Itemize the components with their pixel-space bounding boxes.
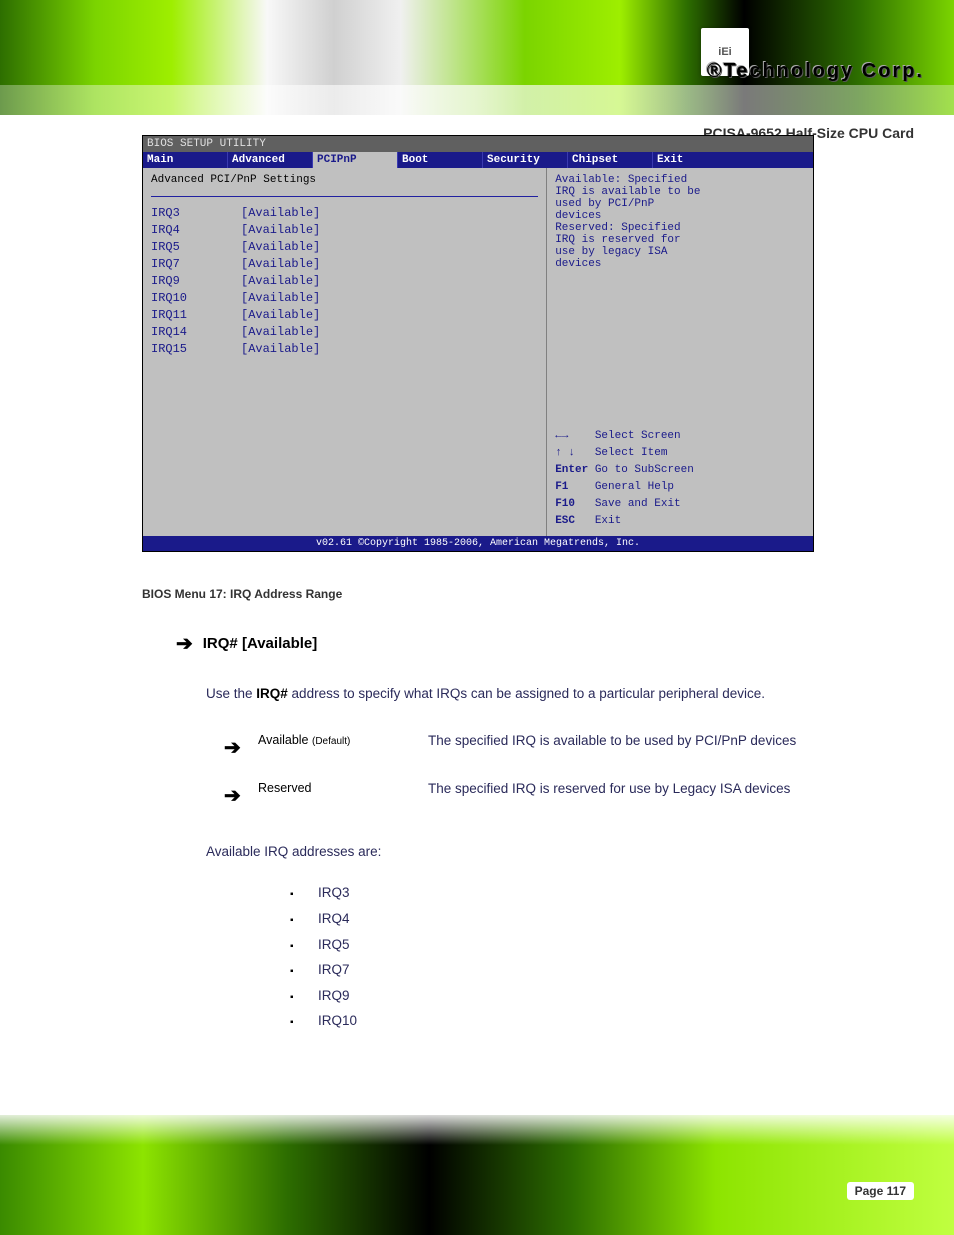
bios-window-title: BIOS SETUP UTILITY xyxy=(143,136,813,152)
bios-irq-row[interactable]: IRQ5Available xyxy=(151,239,538,256)
bios-irq-value: Available xyxy=(241,222,320,239)
bios-irq-value: Available xyxy=(241,324,320,341)
irq-address-list: IRQ3IRQ4IRQ5IRQ7IRQ9IRQ10 xyxy=(290,880,816,1034)
help-line: Available: Specified xyxy=(555,174,805,186)
list-item: IRQ4 xyxy=(290,906,816,932)
bios-irq-value: Available xyxy=(241,205,320,222)
bios-tab-security[interactable]: Security xyxy=(483,152,568,168)
bios-irq-row[interactable]: IRQ10Available xyxy=(151,290,538,307)
option-name: Available xyxy=(258,733,309,747)
bios-key-legend: ←→ Select Screen ↑ ↓ Select Item Enter G… xyxy=(555,428,805,530)
bios-footer: v02.61 ©Copyright 1985-2006, American Me… xyxy=(143,536,813,551)
bios-irq-row[interactable]: IRQ11Available xyxy=(151,307,538,324)
available-intro: Available IRQ addresses are: xyxy=(206,839,816,865)
key-desc: Go to SubScreen xyxy=(595,464,694,476)
text: Use the xyxy=(206,686,256,701)
doc-content: ➔ IRQ# [Available] Use the IRQ# address t… xyxy=(176,625,816,1034)
bios-subtitle: Advanced PCI/PnP Settings xyxy=(151,174,538,186)
option-row-reserved: ➔ Reserved The specified IRQ is reserved… xyxy=(224,777,816,815)
bios-tab-pcipnp[interactable]: PCIPnP xyxy=(313,152,398,168)
bios-irq-label: IRQ11 xyxy=(151,307,241,324)
heading-text: IRQ# [Available] xyxy=(203,635,317,652)
key-desc: Select Screen xyxy=(595,430,681,442)
arrow-right-icon: ➔ xyxy=(224,729,258,767)
bios-divider xyxy=(151,196,538,197)
bios-tab-advanced[interactable]: Advanced xyxy=(228,152,313,168)
brand-logo-text: iEi xyxy=(718,46,731,58)
bios-irq-label: IRQ14 xyxy=(151,324,241,341)
bios-help-pane: Available: Specified IRQ is available to… xyxy=(547,168,813,536)
section-heading: ➔ IRQ# [Available] xyxy=(176,625,816,663)
key-label: Enter xyxy=(555,464,588,476)
bios-irq-label: IRQ7 xyxy=(151,256,241,273)
bios-irq-value: Available xyxy=(241,341,320,358)
option-label: Reserved xyxy=(258,777,428,801)
bios-tab-exit[interactable]: Exit xyxy=(653,152,813,168)
top-banner: iEi ®Technology Corp. xyxy=(0,0,954,115)
arrow-right-icon: ➔ xyxy=(176,625,193,663)
text: address to specify what IRQs can be assi… xyxy=(288,686,765,701)
help-line: use by legacy ISA xyxy=(555,246,805,258)
bios-irq-row[interactable]: IRQ7Available xyxy=(151,256,538,273)
bios-tab-main[interactable]: Main xyxy=(143,152,228,168)
help-line: devices xyxy=(555,258,805,270)
arrow-up-down-icon: ↑ ↓ xyxy=(555,447,575,459)
bios-irq-value: Available xyxy=(241,290,320,307)
bios-irq-label: IRQ15 xyxy=(151,341,241,358)
bios-body: Advanced PCI/PnP Settings IRQ3AvailableI… xyxy=(143,168,813,536)
list-item: IRQ10 xyxy=(290,1008,816,1034)
arrow-left-right-icon: ←→ xyxy=(555,430,568,442)
bios-irq-value: Available xyxy=(241,239,320,256)
help-line: IRQ is reserved for xyxy=(555,234,805,246)
list-item: IRQ3 xyxy=(290,880,816,906)
option-default-tag: (Default) xyxy=(312,736,350,747)
bios-left-pane: Advanced PCI/PnP Settings IRQ3AvailableI… xyxy=(143,168,547,536)
key-label: F10 xyxy=(555,498,575,510)
bios-irq-row[interactable]: IRQ14Available xyxy=(151,324,538,341)
banner-highlight xyxy=(0,85,954,115)
help-line: used by PCI/PnP xyxy=(555,198,805,210)
paragraph: Use the IRQ# address to specify what IRQ… xyxy=(206,681,816,707)
help-line: Reserved: Specified xyxy=(555,222,805,234)
bios-irq-label: IRQ5 xyxy=(151,239,241,256)
figure-caption: BIOS Menu 17: IRQ Address Range xyxy=(142,587,342,601)
page-number: Page 117 xyxy=(847,1182,914,1200)
bios-tab-boot[interactable]: Boot xyxy=(398,152,483,168)
option-label: Available (Default) xyxy=(258,729,428,753)
bios-irq-value: Available xyxy=(241,256,320,273)
key-desc: Save and Exit xyxy=(595,498,681,510)
arrow-right-icon: ➔ xyxy=(224,777,258,815)
list-item: IRQ9 xyxy=(290,983,816,1009)
bios-irq-label: IRQ10 xyxy=(151,290,241,307)
bios-irq-value: Available xyxy=(241,273,320,290)
bios-irq-value: Available xyxy=(241,307,320,324)
key-label: F1 xyxy=(555,481,568,493)
page-body: PCISA-9652 Half-Size CPU Card BIOS SETUP… xyxy=(0,115,954,1235)
key-label: ESC xyxy=(555,515,575,527)
bios-tab-bar: Main Advanced PCIPnP Boot Security Chips… xyxy=(143,152,813,168)
bios-irq-label: IRQ4 xyxy=(151,222,241,239)
bios-irq-label: IRQ9 xyxy=(151,273,241,290)
help-line: devices xyxy=(555,210,805,222)
key-desc: Select Item xyxy=(595,447,668,459)
key-desc: General Help xyxy=(595,481,674,493)
bios-irq-label: IRQ3 xyxy=(151,205,241,222)
bios-irq-row[interactable]: IRQ15Available xyxy=(151,341,538,358)
key-desc: Exit xyxy=(595,515,621,527)
brand-company-text: ®Technology Corp. xyxy=(707,60,924,83)
option-desc: The specified IRQ is reserved for use by… xyxy=(428,777,816,802)
option-name: Reserved xyxy=(258,781,312,795)
bios-setup-window: BIOS SETUP UTILITY Main Advanced PCIPnP … xyxy=(142,135,814,552)
bios-tab-chipset[interactable]: Chipset xyxy=(568,152,653,168)
text-bold: IRQ# xyxy=(256,686,288,701)
bios-irq-row[interactable]: IRQ9Available xyxy=(151,273,538,290)
bios-irq-row[interactable]: IRQ4Available xyxy=(151,222,538,239)
option-desc: The specified IRQ is available to be use… xyxy=(428,729,816,754)
list-item: IRQ7 xyxy=(290,957,816,983)
list-item: IRQ5 xyxy=(290,932,816,958)
help-line: IRQ is available to be xyxy=(555,186,805,198)
option-row-available: ➔ Available (Default) The specified IRQ … xyxy=(224,729,816,767)
bios-irq-row[interactable]: IRQ3Available xyxy=(151,205,538,222)
bottom-banner: Page 117 xyxy=(0,1115,954,1235)
